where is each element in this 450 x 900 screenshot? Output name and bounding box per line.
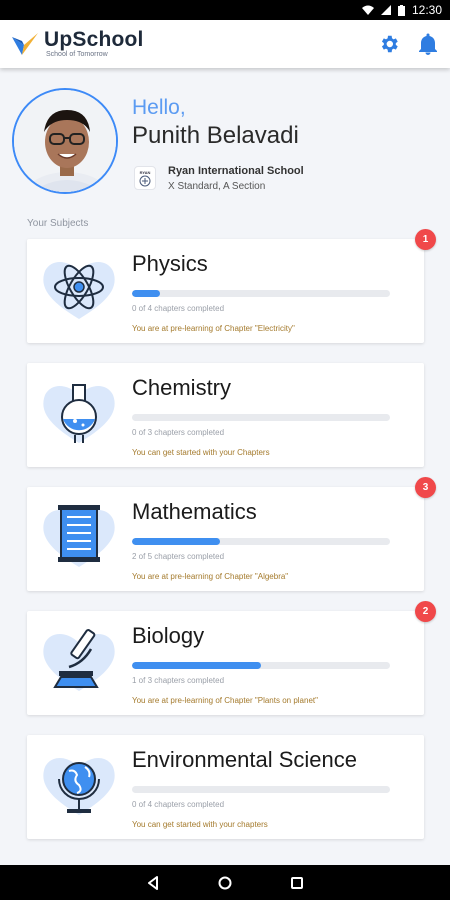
system-navigation-bar (0, 865, 450, 900)
subject-card-mathematics[interactable]: Mathematics 2 of 5 chapters completed Yo… (27, 477, 436, 591)
home-icon[interactable] (218, 876, 232, 890)
app-logo: UpSchool School of Tomorrow (10, 29, 144, 59)
status-bar: 12:30 (0, 0, 450, 20)
subject-progress-bar (132, 414, 390, 421)
section-label-subjects: Your Subjects (27, 218, 89, 229)
learning-status-text: You can get started with your chapters (132, 820, 268, 829)
subject-progress-bar (132, 786, 390, 793)
profile-header: Hello, Punith Belavadi RYAN Ryan Interna… (10, 86, 440, 198)
flask-icon (43, 384, 115, 443)
avatar-portrait (14, 90, 116, 192)
battery-icon (397, 4, 405, 16)
subject-card-physics[interactable]: Physics 0 of 4 chapters completed You ar… (27, 229, 436, 343)
subject-title: Biology (132, 623, 205, 648)
user-name: Punith Belavadi (132, 122, 299, 149)
app-tagline: School of Tomorrow (46, 51, 108, 58)
notification-badge: 2 (415, 601, 436, 622)
learning-status-text: You can get started with your Chapters (132, 448, 270, 457)
subject-card-biology[interactable]: Biology 1 of 3 chapters completed You ar… (27, 601, 436, 715)
abacus-icon (43, 505, 115, 567)
subject-title: Chemistry (132, 375, 232, 400)
notification-badge: 3 (415, 477, 436, 498)
subject-title: Mathematics (132, 499, 257, 524)
wifi-icon (361, 5, 374, 15)
school-logo: RYAN (134, 166, 156, 190)
app-bar: UpSchool School of Tomorrow (0, 20, 450, 68)
subject-progress-bar (132, 290, 390, 297)
learning-status-text: You are at pre-learning of Chapter "Alge… (132, 572, 289, 581)
subject-card-environmental-science[interactable]: Environmental Science 0 of 4 chapters co… (27, 735, 424, 839)
chapters-completed-text: 0 of 4 chapters completed (132, 800, 225, 809)
settings-gear-icon[interactable] (378, 33, 400, 55)
app-name: UpSchool (44, 28, 144, 51)
school-name: Ryan International School (168, 165, 304, 177)
microscope-icon (43, 629, 115, 691)
avatar[interactable] (12, 88, 118, 194)
notification-bell-icon[interactable] (418, 33, 438, 55)
subject-title: Environmental Science (132, 747, 358, 772)
greeting-text: Hello, (132, 96, 186, 119)
learning-status-text: You are at pre-learning of Chapter "Plan… (132, 696, 318, 705)
school-class: X Standard, A Section (168, 181, 266, 192)
learning-status-text: You are at pre-learning of Chapter "Elec… (132, 324, 295, 333)
globe-icon (43, 758, 115, 815)
recents-icon[interactable] (290, 876, 304, 890)
subject-progress-bar (132, 662, 390, 669)
subject-card-chemistry[interactable]: Chemistry 0 of 3 chapters completed You … (27, 363, 424, 467)
school-crest-icon (139, 175, 151, 186)
upschool-logo-icon (12, 33, 38, 55)
chapters-completed-text: 1 of 3 chapters completed (132, 676, 225, 685)
signal-icon (380, 5, 391, 15)
subject-title: Physics (132, 251, 208, 276)
chapters-completed-text: 2 of 5 chapters completed (132, 552, 225, 561)
chapters-completed-text: 0 of 4 chapters completed (132, 304, 225, 313)
status-time: 12:30 (411, 3, 442, 17)
notification-badge: 1 (415, 229, 436, 250)
atom-icon (43, 262, 115, 319)
chapters-completed-text: 0 of 3 chapters completed (132, 428, 225, 437)
subject-progress-bar (132, 538, 390, 545)
back-icon[interactable] (146, 875, 160, 890)
